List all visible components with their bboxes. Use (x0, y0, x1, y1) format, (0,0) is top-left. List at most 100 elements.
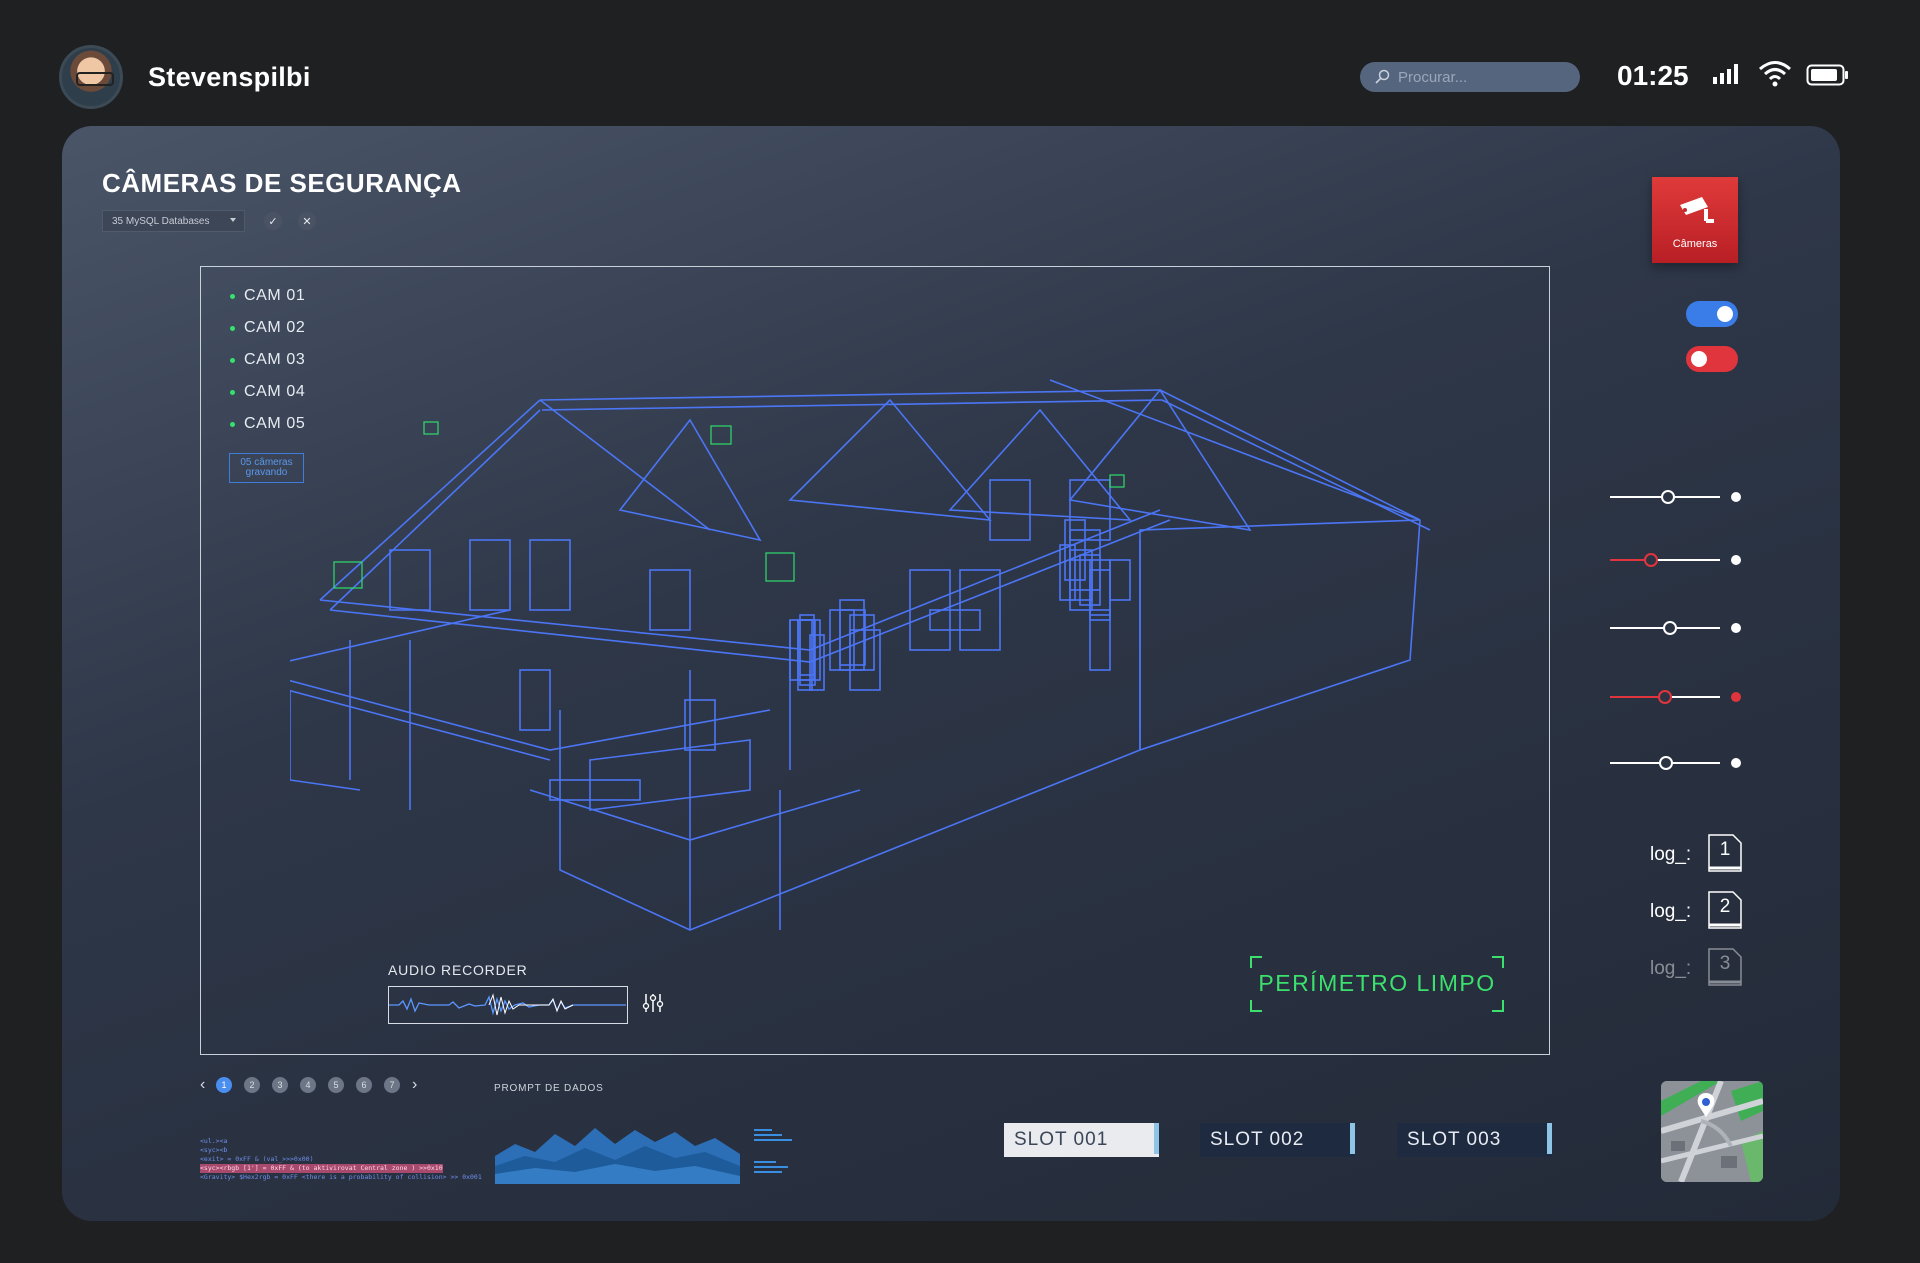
camera-label: CAM 02 (244, 319, 306, 336)
slider-end-dot (1731, 692, 1741, 702)
slider-end-dot (1731, 492, 1741, 502)
slider-knob[interactable] (1659, 756, 1673, 770)
document-icon: 3 (1708, 948, 1742, 986)
signal-icon (1713, 64, 1738, 84)
slider[interactable] (1610, 755, 1720, 771)
page-button[interactable]: 7 (384, 1077, 400, 1093)
toggle-switch-off[interactable] (1686, 346, 1738, 372)
frame-corner (1492, 1000, 1504, 1012)
code-line: <ul.><a (200, 1137, 228, 1145)
cameras-tile-label: Câmeras (1672, 238, 1718, 250)
online-dot (230, 422, 235, 427)
page-title: CÂMERAS DE SEGURANÇA (102, 168, 462, 198)
document-icon: 1 (1708, 834, 1742, 872)
username: Stevenspilbi (148, 62, 311, 92)
log-label: log_: (1650, 958, 1692, 979)
toggle-knob (1717, 306, 1733, 322)
log-number: 3 (1719, 953, 1731, 974)
slot-button[interactable]: SLOT 001 (1004, 1123, 1159, 1157)
prompt-label: PROMPT DE DADOS (494, 1083, 604, 1094)
perimeter-status-text: PERÍMETRO LIMPO (1258, 970, 1496, 996)
log-number: 1 (1719, 839, 1731, 860)
database-select-value: 35 MySQL Databases (112, 215, 210, 227)
chevron-left-icon[interactable]: ‹ (200, 1076, 216, 1094)
log-item[interactable]: log_: 3 (1650, 948, 1745, 988)
page-button[interactable]: 4 (300, 1077, 316, 1093)
page-button[interactable]: 6 (356, 1077, 372, 1093)
log-item[interactable]: log_: 1 (1650, 834, 1745, 874)
map-button[interactable] (1661, 1081, 1763, 1182)
slider[interactable] (1610, 689, 1720, 705)
chevron-right-icon[interactable]: › (412, 1076, 428, 1094)
waveform-graphic (389, 993, 626, 1016)
house-wireframe (290, 379, 1431, 931)
camera-label: CAM 03 (244, 351, 306, 368)
battery-icon (1806, 64, 1848, 86)
search-bar[interactable] (1360, 62, 1580, 92)
slot-label: SLOT 002 (1210, 1129, 1305, 1150)
online-dot (230, 294, 235, 299)
toggle-knob (1691, 351, 1707, 367)
log-label: log_: (1650, 844, 1692, 865)
map-pin-icon (1661, 1081, 1763, 1182)
slider-knob[interactable] (1661, 490, 1675, 504)
audio-waveform[interactable] (388, 986, 628, 1024)
slider[interactable] (1610, 552, 1720, 568)
code-snippet: <ul.><a <syc><b <exit> = 0xFF & (val_>>>… (200, 1137, 482, 1182)
slot-indicator (1154, 1123, 1159, 1154)
database-select[interactable]: 35 MySQL Databases (102, 210, 245, 232)
code-line: <Gravity> $Hex2rgb = 0xFF <there is a pr… (200, 1173, 482, 1181)
data-area-graph (495, 1128, 740, 1184)
frame-corner (1250, 956, 1262, 968)
slider[interactable] (1610, 489, 1720, 505)
slider-end-dot (1731, 555, 1741, 565)
toggle-switch-on[interactable] (1686, 301, 1738, 327)
clock: 01:25 (1617, 60, 1689, 91)
slot-button[interactable]: SLOT 002 (1200, 1123, 1355, 1157)
slider-knob[interactable] (1663, 621, 1677, 635)
slider-end-dot (1731, 758, 1741, 768)
page-button[interactable]: 3 (272, 1077, 288, 1093)
frame-corner (1250, 1000, 1262, 1012)
slot-label: SLOT 003 (1407, 1129, 1502, 1150)
log-label: log_: (1650, 901, 1692, 922)
online-dot (230, 358, 235, 363)
camera-label: CAM 01 (244, 287, 306, 304)
log-number: 2 (1719, 896, 1731, 917)
online-dot (230, 390, 235, 395)
slider-end-dot (1731, 623, 1741, 633)
chevron-down-icon (230, 218, 236, 222)
slot-indicator (1547, 1123, 1552, 1154)
pagination: ‹ 1 2 3 4 5 6 7 › (200, 1076, 428, 1094)
slot-indicator (1350, 1123, 1355, 1154)
slider[interactable] (1610, 620, 1720, 636)
log-item[interactable]: log_: 2 (1650, 891, 1745, 931)
slider-knob[interactable] (1644, 553, 1658, 567)
search-input[interactable] (1396, 67, 1570, 87)
cameras-tile-button[interactable]: Câmeras (1652, 177, 1738, 263)
equalizer-icon[interactable] (642, 992, 664, 1014)
camera-list-item[interactable]: CAM 01 (228, 288, 305, 320)
check-icon: ✓ (268, 215, 278, 228)
avatar[interactable] (59, 45, 123, 109)
frame-corner (1492, 956, 1504, 968)
code-line-highlight: <syc><rbgb [1'] = 0xFF & (to aktivirovat… (200, 1164, 443, 1173)
wifi-icon (1759, 61, 1791, 87)
page-button[interactable]: 5 (328, 1077, 344, 1093)
bars-icon (754, 1129, 792, 1173)
security-camera-icon (1680, 197, 1714, 223)
confirm-button[interactable]: ✓ (264, 212, 282, 230)
audio-recorder-label: AUDIO RECORDER (388, 962, 528, 978)
slider-knob[interactable] (1658, 690, 1672, 704)
online-dot (230, 326, 235, 331)
code-line: <exit> = 0xFF & (val_>>>0x00) (200, 1155, 314, 1163)
search-icon (1375, 69, 1390, 84)
cancel-button[interactable]: ✕ (298, 212, 316, 230)
slider-fill (1610, 696, 1664, 698)
slot-button[interactable]: SLOT 003 (1397, 1123, 1552, 1157)
page-button[interactable]: 2 (244, 1077, 260, 1093)
page-button[interactable]: 1 (216, 1077, 232, 1093)
close-icon: ✕ (302, 215, 312, 228)
perimeter-status: PERÍMETRO LIMPO (1250, 956, 1504, 1012)
camera-list-item[interactable]: CAM 02 (228, 320, 305, 352)
